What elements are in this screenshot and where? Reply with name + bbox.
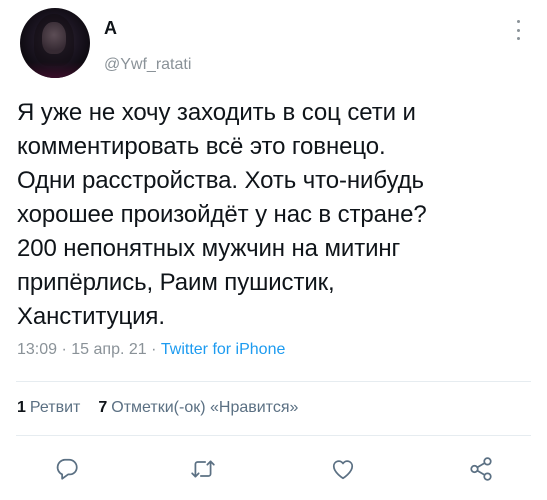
more-dot <box>516 20 520 23</box>
likes-count: 7 <box>98 399 108 416</box>
meta-separator: · <box>146 341 161 358</box>
retweets-stat[interactable]: 1 Ретвит <box>17 399 80 416</box>
like-button[interactable] <box>326 452 360 486</box>
more-dot <box>516 37 520 40</box>
retweets-label: Ретвит <box>29 399 81 416</box>
avatar-face <box>42 22 66 54</box>
tweet-source[interactable]: Twitter for iPhone <box>161 341 286 358</box>
action-bar <box>50 452 510 486</box>
more-dot <box>516 28 520 32</box>
divider <box>16 435 531 436</box>
retweet-button[interactable] <box>186 452 220 486</box>
tweet-header: А @Ywf_ratati <box>16 8 531 80</box>
retweets-count: 1 <box>17 399 26 416</box>
reply-icon <box>56 458 78 480</box>
avatar-glow <box>20 62 90 78</box>
tweet-stats: 1 Ретвит 7 Отметки(-ок) «Нравится» <box>17 399 298 417</box>
more-options-icon[interactable] <box>515 20 521 40</box>
likes-label: Отметки(-ок) «Нравится» <box>111 399 299 416</box>
tweet-time[interactable]: 13:09 <box>17 341 57 358</box>
avatar[interactable] <box>20 8 90 78</box>
retweet-icon <box>191 460 215 478</box>
share-button[interactable] <box>464 452 498 486</box>
user-name[interactable]: А <box>104 18 117 39</box>
user-handle[interactable]: @Ywf_ratati <box>104 56 191 74</box>
divider <box>16 381 531 382</box>
heart-icon <box>332 460 354 480</box>
meta-separator: · <box>57 341 72 358</box>
reply-button[interactable] <box>50 452 84 486</box>
tweet-date[interactable]: 15 апр. 21 <box>71 341 146 358</box>
tweet-text: Я уже не хочу заходить в соц сети и комм… <box>17 99 427 330</box>
likes-stat[interactable]: 7 Отметки(-ок) «Нравится» <box>98 399 298 416</box>
tweet-meta: 13:09 · 15 апр. 21 · Twitter for iPhone <box>17 341 285 359</box>
share-icon <box>470 457 492 481</box>
